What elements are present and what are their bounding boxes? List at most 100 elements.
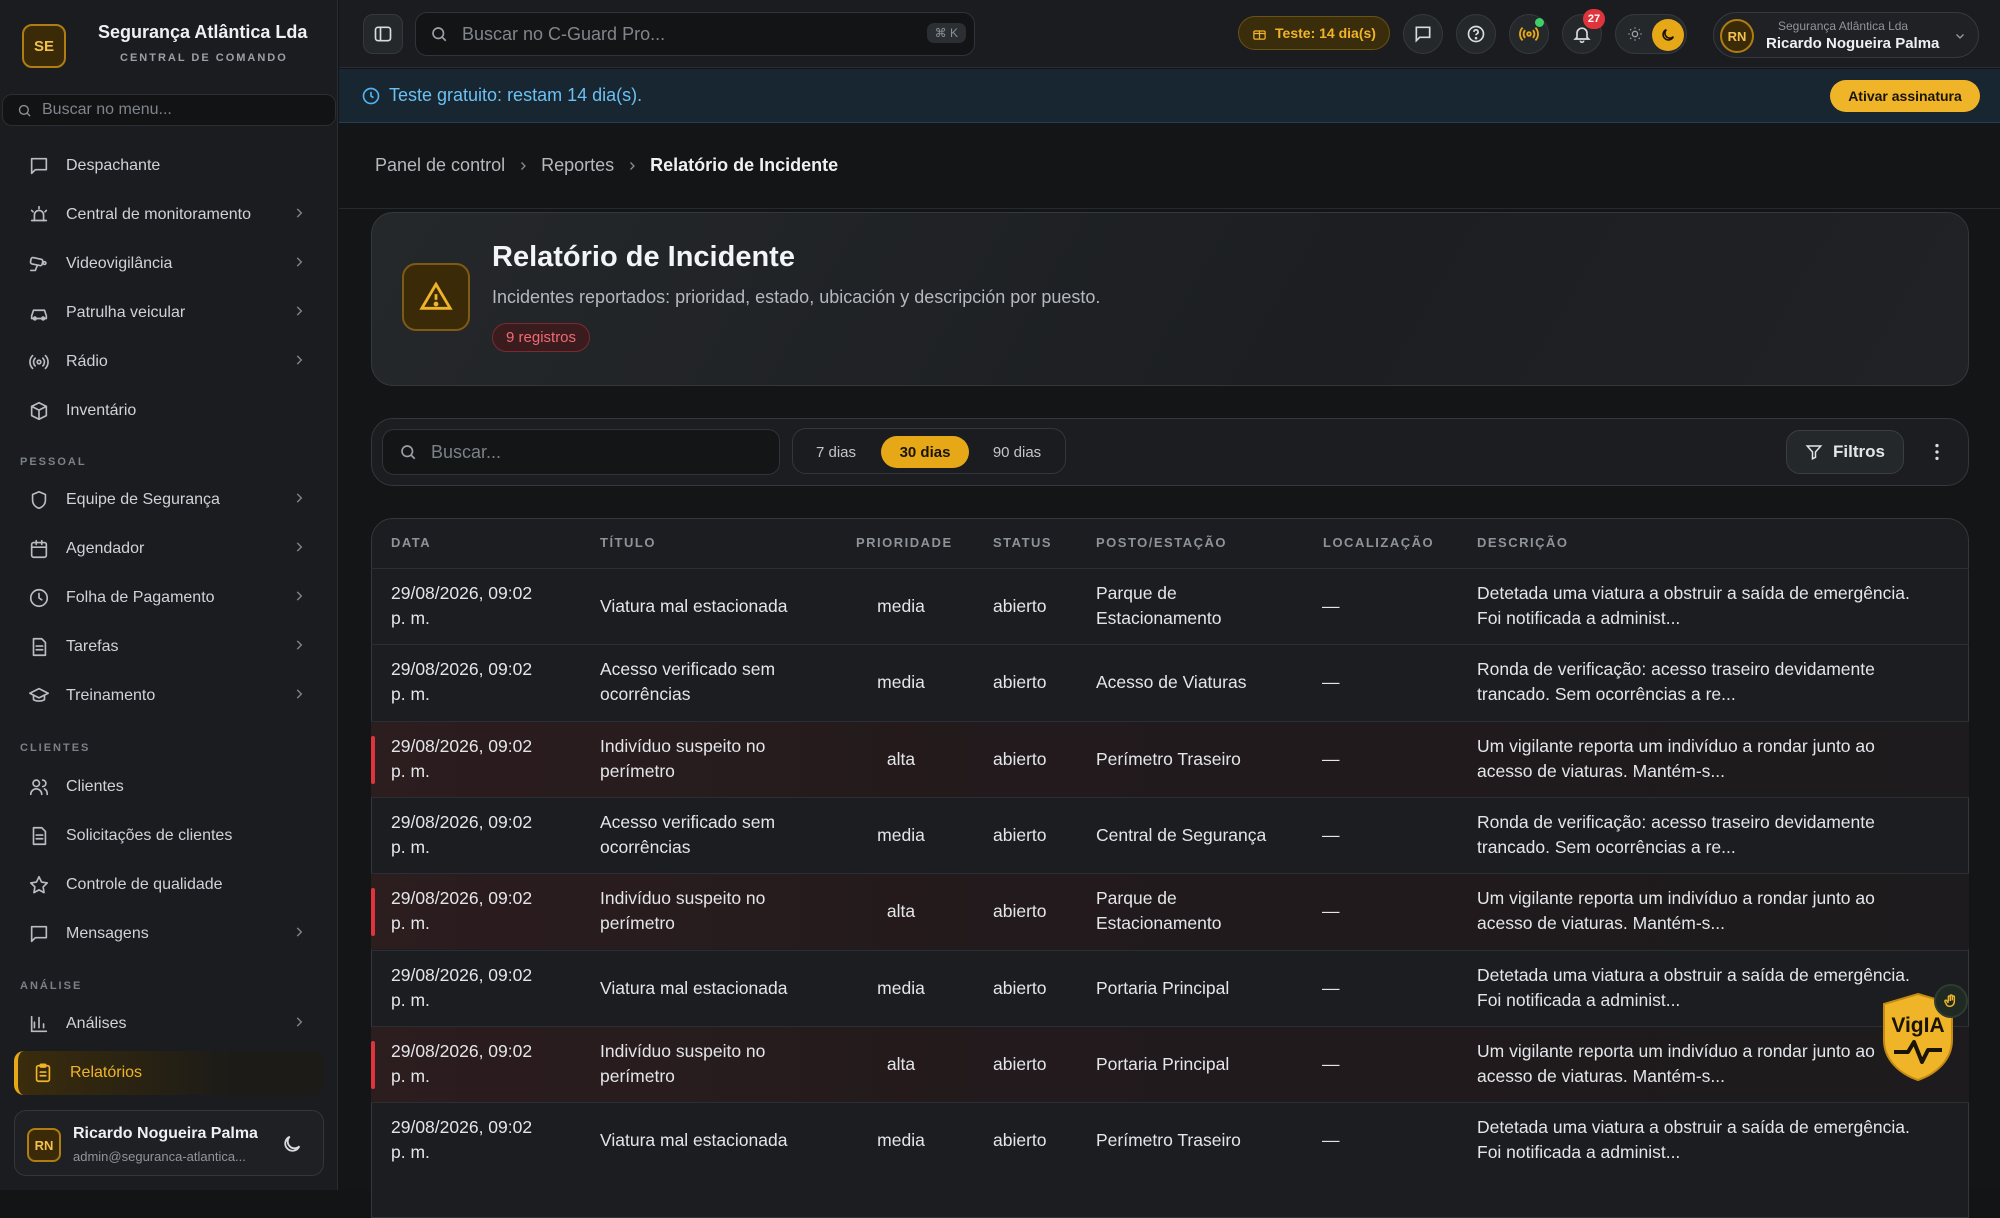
sidebar-item-icon [22,394,56,428]
column-header-location[interactable]: LOCALIZAÇÃO [1323,535,1434,550]
range-90-days[interactable]: 90 dias [977,436,1057,468]
search-icon [432,27,447,42]
cell-post-line-1: Parque de [1096,888,1177,909]
cell-description-line-1: Um vigilante reporta um indivíduo a rond… [1477,888,1875,909]
column-header-title[interactable]: TÍTULO [600,535,656,550]
table-row[interactable]: 29/08/2026, 09:02 p. m. Acesso verificado … [371,796,1969,873]
sidebar-item-treinamento[interactable]: Treinamento [14,674,324,718]
chevron-right-icon [296,542,303,552]
cell-location: — [1322,1130,1340,1151]
vigia-assistant-button[interactable]: VigIA [1876,984,1968,1082]
sidebar-item-central-de-monitoramento[interactable]: Central de monitoramento [14,193,324,237]
breadcrumb-item-reports[interactable]: Reportes [541,155,614,176]
sidebar-item-despachante[interactable]: Despachante [14,144,324,188]
sidebar-item-label: Relatórios [70,1064,143,1081]
cell-location: — [1322,977,1340,998]
menu-search-input[interactable]: Buscar no menu... [2,94,336,126]
file-text-icon [32,826,47,846]
cell-status: abierto [993,977,1047,998]
user-card[interactable]: RN Ricardo Nogueira Palma admin@seguranc… [14,1110,324,1176]
filters-button[interactable]: Filtros [1786,430,1904,474]
range-7-days[interactable]: 7 dias [801,436,871,468]
calendar-icon [30,539,48,559]
activate-subscription-button[interactable]: Ativar assinatura [1830,80,1980,112]
cell-post: Portaria Principal [1096,1052,1229,1077]
sidebar-item-controle-de-qualidade[interactable]: Controle de qualidade [14,863,324,907]
sidebar-item-label: Folha de Pagamento [66,589,215,606]
sidebar-item-label: Videovigilância [66,255,173,272]
table-row[interactable]: 29/08/2026, 09:02 p. m. Viatura mal estaci… [371,568,1969,644]
more-vertical-icon[interactable] [1926,441,1948,463]
table-search-input[interactable]: Buscar... [382,429,780,475]
cell-title-line-2: ocorrências [600,684,691,705]
sidebar-item-solicitacoes-de-clientes[interactable]: Solicitações de clientes [14,814,324,858]
table-row[interactable]: 29/08/2026, 09:02 p. m. Indivíduo suspeito… [371,720,1969,797]
sidebar-item-icon [22,868,56,902]
notifications-button[interactable]: 27 [1562,9,1605,54]
sidebar-item-analises[interactable]: Análises [14,1002,324,1046]
table-row[interactable]: 29/08/2026, 09:02 p. m. Indivíduo suspeito… [371,873,1969,950]
sidebar-item-icon [22,630,56,664]
cell-title: Indivíduo suspeito no perímetro [600,886,765,936]
cell-status: abierto [993,1053,1047,1074]
sidebar-toggle-button[interactable] [363,14,403,54]
column-header-status[interactable]: STATUS [993,535,1052,550]
account-menu[interactable]: RN Segurança Atlântica Lda Ricardo Nogue… [1713,12,1979,58]
sidebar-item-folha-de-pagamento[interactable]: Folha de Pagamento [14,576,324,620]
cell-date: 29/08/2026, 09:02 p. m. [391,886,532,936]
sidebar-item-relatorios[interactable]: Relatórios [14,1051,324,1095]
top-bar: Buscar no C-Guard Pro... ⌘ K Teste: 14 d… [339,0,2000,68]
cell-date-line-2: p. m. [391,913,430,934]
cell-description-line-2: Foi notificada a administ... [1477,1142,1681,1163]
cell-date: 29/08/2026, 09:02 p. m. [391,963,532,1013]
sidebar-item-tarefas[interactable]: Tarefas [14,625,324,669]
breadcrumb-item-dashboard[interactable]: Panel de control [375,155,505,176]
sidebar-item-icon [22,149,56,183]
cell-date: 29/08/2026, 09:02 p. m. [391,810,532,860]
cell-description-line-1: Detetada uma viatura a obstruir a saída … [1477,964,1910,985]
cell-date-line-2: p. m. [391,1142,430,1163]
filter-icon [1805,445,1823,460]
sidebar-item-patrulha-veicular[interactable]: Patrulha veicular [14,291,324,335]
section-clientes: CLIENTES [20,742,91,754]
column-header-date[interactable]: DATA [391,535,431,550]
sidebar-item-videovigilancia[interactable]: Videovigilância [14,242,324,286]
theme-toggle[interactable] [1615,14,1687,54]
chevron-right-icon [521,161,526,170]
radio-status-button[interactable] [1509,14,1549,54]
alert-triangle-icon [419,281,453,310]
cell-title-line-2: perímetro [600,1065,675,1086]
sidebar-item-icon [22,679,56,713]
cell-description: Um vigilante reporta um indivíduo a rond… [1477,734,1875,784]
global-search-input[interactable]: Buscar no C-Guard Pro... ⌘ K [415,12,975,56]
sidebar-item-equipe-de-seguranca[interactable]: Equipe de Segurança [14,478,324,522]
column-header-description[interactable]: DESCRIÇÃO [1477,535,1569,550]
sun-icon [1628,27,1642,41]
column-header-post[interactable]: POSTO/ESTAÇÃO [1096,535,1227,550]
sidebar-item-mensagens[interactable]: Mensagens [14,912,324,956]
cell-description-line-1: Detetada uma viatura a obstruir a saída … [1477,1117,1910,1138]
sidebar-item-icon [22,198,56,232]
sidebar-item-radio[interactable]: Rádio [14,340,324,384]
cell-description: Detetada uma viatura a obstruir a saída … [1477,963,1910,1013]
table-row[interactable]: 29/08/2026, 09:02 p. m. Viatura mal estaci… [371,1102,1969,1178]
range-30-days[interactable]: 30 dias [881,436,969,468]
cell-title-line-1: Acesso verificado sem [600,659,776,680]
sidebar-item-clientes[interactable]: Clientes [14,765,324,809]
trial-badge[interactable]: Teste: 14 dia(s) [1238,16,1390,50]
cell-status: abierto [993,901,1047,922]
chat-button[interactable] [1403,14,1443,54]
sidebar-item-agendador[interactable]: Agendador [14,527,324,571]
sidebar-item-icon [26,1056,60,1090]
chevron-right-icon [296,927,303,937]
table-row[interactable]: 29/08/2026, 09:02 p. m. Acesso verificado … [371,644,1969,720]
table-row[interactable]: 29/08/2026, 09:02 p. m. Indivíduo suspeito… [371,1025,1969,1102]
help-button[interactable] [1456,14,1496,54]
cell-status: abierto [993,672,1047,693]
cell-location: — [1322,596,1340,616]
report-header-card: Relatório de Incidente Incidentes report… [371,212,1969,386]
table-row[interactable]: 29/08/2026, 09:02 p. m. Viatura mal estaci… [371,949,1969,1026]
column-header-priority[interactable]: PRIORIDADE [856,535,953,550]
moon-icon[interactable] [281,1133,303,1155]
sidebar-item-inventario[interactable]: Inventário [14,389,324,433]
